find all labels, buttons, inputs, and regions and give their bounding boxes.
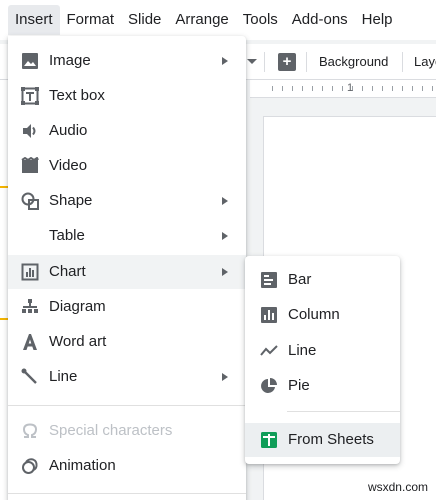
video-icon: [21, 157, 39, 173]
menu-item-label: Text box: [49, 87, 105, 104]
menu-slide[interactable]: Slide: [121, 5, 168, 35]
toolbar-divider: [402, 52, 403, 72]
submenu-item-label: Pie: [288, 377, 310, 394]
submenu-arrow-icon: [222, 268, 228, 276]
pie-chart-icon: [261, 378, 277, 393]
menu-item-word-art[interactable]: Word art: [8, 325, 246, 359]
submenu-item-label: Bar: [288, 271, 312, 288]
toolbar-divider: [306, 52, 307, 72]
word-art-icon: [23, 334, 37, 350]
menu-item-label: Table: [49, 227, 85, 244]
menu-addons[interactable]: Add-ons: [285, 5, 355, 35]
menu-item-image[interactable]: Image: [8, 44, 246, 78]
sheets-icon: [261, 432, 277, 448]
submenu-arrow-icon: [222, 197, 228, 205]
menu-item-audio[interactable]: Audio: [8, 114, 246, 148]
line-icon: [21, 368, 37, 384]
menu-format[interactable]: Format: [60, 5, 122, 35]
background-button[interactable]: Background: [319, 53, 388, 71]
menu-item-shape[interactable]: Shape: [8, 184, 246, 218]
menu-tools[interactable]: Tools: [236, 5, 285, 35]
menu-item-line[interactable]: Line: [8, 360, 246, 394]
watermark: wsxdn.com: [367, 480, 428, 494]
image-icon: [22, 53, 38, 69]
menu-item-animation[interactable]: Animation: [8, 449, 246, 483]
submenu-item-from-sheets[interactable]: From Sheets: [245, 423, 400, 457]
menu-item-label: Animation: [49, 457, 116, 474]
chart-icon: [21, 263, 39, 281]
submenu-item-column[interactable]: Column: [245, 298, 400, 332]
submenu-item-bar[interactable]: Bar: [245, 263, 400, 297]
submenu-item-line[interactable]: Line: [245, 334, 400, 368]
audio-icon: [23, 124, 36, 138]
submenu-item-label: Column: [288, 306, 340, 323]
menu-item-label: Special characters: [49, 422, 173, 439]
menubar: Insert Format Slide Arrange Tools Add-on…: [0, 0, 436, 40]
menu-insert[interactable]: Insert: [8, 5, 60, 35]
submenu-item-label: From Sheets: [288, 431, 374, 448]
line-chart-icon: [260, 345, 278, 356]
shape-icon: [21, 192, 39, 210]
menu-item-label: Shape: [49, 192, 93, 209]
layout-button[interactable]: Layo: [414, 53, 436, 71]
menu-item-table[interactable]: Table: [8, 219, 246, 253]
ruler-number: 1: [347, 82, 354, 94]
toolbar-divider: [264, 52, 265, 72]
menu-item-label: Chart: [49, 263, 86, 280]
ruler-ticks: [272, 86, 436, 91]
menu-item-text-box[interactable]: Text box: [8, 79, 246, 113]
menu-arrange[interactable]: Arrange: [168, 5, 235, 35]
menu-item-label: Video: [49, 157, 88, 174]
bar-chart-icon: [261, 272, 277, 288]
submenu-arrow-icon: [222, 232, 228, 240]
omega-icon: [22, 423, 38, 438]
submenu-item-label: Line: [288, 342, 317, 359]
menu-divider: [8, 405, 246, 406]
menu-item-label: Image: [49, 52, 91, 69]
submenu-item-pie[interactable]: Pie: [245, 369, 400, 403]
menu-divider: [8, 493, 246, 494]
ruler: 1: [250, 80, 436, 98]
menu-item-label: Diagram: [49, 298, 106, 315]
menu-item-special-characters: Special characters: [8, 414, 246, 448]
menu-item-diagram[interactable]: Diagram: [8, 290, 246, 324]
menu-item-label: Word art: [49, 333, 107, 350]
diagram-icon: [22, 299, 38, 313]
menu-item-label: Audio: [49, 122, 88, 139]
menu-divider: [287, 411, 400, 412]
animation-icon: [22, 458, 38, 474]
menu-item-label: Line: [49, 368, 78, 385]
chart-submenu: Bar Column Line Pie From Sheets: [245, 256, 400, 464]
insert-menu: Image Text box Audio Video Shape Table C…: [8, 36, 246, 500]
add-comment-icon[interactable]: +: [278, 53, 296, 71]
submenu-arrow-icon: [222, 57, 228, 65]
menu-item-video[interactable]: Video: [8, 149, 246, 183]
menu-help[interactable]: Help: [355, 5, 400, 35]
submenu-arrow-icon: [222, 373, 228, 381]
dropdown-caret-icon[interactable]: [247, 59, 257, 64]
text-box-icon: [21, 87, 39, 105]
column-chart-icon: [261, 307, 277, 323]
menu-item-chart[interactable]: Chart: [8, 255, 246, 289]
